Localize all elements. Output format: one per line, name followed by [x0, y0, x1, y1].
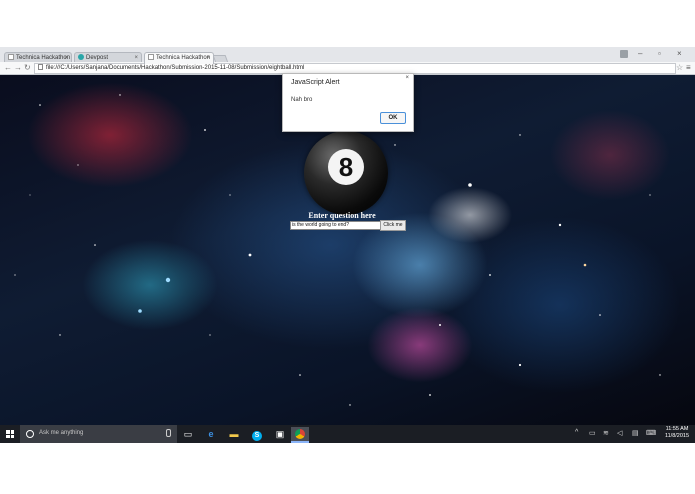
volume-icon[interactable]: ◁: [617, 429, 622, 437]
ball-number: 8: [328, 149, 364, 185]
question-input[interactable]: is the world going to end?: [290, 221, 381, 230]
notification-icon[interactable]: ▤: [632, 429, 639, 437]
address-url: file:///C:/Users/Sanjana/Documents/Hacka…: [46, 65, 305, 71]
battery-icon[interactable]: ▭: [589, 429, 596, 437]
tab-technica-2[interactable]: Technica Hackathon ×: [144, 52, 214, 64]
profile-icon[interactable]: [620, 50, 628, 58]
magic-8-ball: 8: [304, 131, 388, 215]
forward-icon[interactable]: →: [14, 63, 22, 72]
system-clock[interactable]: 11:55 AM 11/8/2015: [660, 426, 694, 440]
tab-title: Technica Hackathon: [16, 55, 71, 61]
alert-message: Nah bro: [291, 97, 313, 103]
tab-title: Devpost: [86, 55, 109, 61]
reload-icon[interactable]: ↻: [24, 63, 31, 72]
wifi-icon[interactable]: ≋: [603, 429, 609, 437]
ask-button[interactable]: Click me: [380, 220, 406, 231]
page-icon: [38, 64, 43, 70]
start-button[interactable]: [0, 425, 20, 443]
cortana-icon: [26, 430, 34, 438]
alert-close-icon[interactable]: ×: [405, 75, 409, 81]
maximize-icon[interactable]: ▫: [658, 49, 661, 58]
skype-badge: S: [252, 431, 262, 441]
chrome-logo: [295, 429, 305, 439]
chrome-icon[interactable]: [291, 427, 309, 443]
close-window-icon[interactable]: ×: [677, 49, 682, 58]
store-icon[interactable]: ▣: [271, 427, 289, 441]
back-icon[interactable]: ←: [4, 63, 12, 72]
keyboard-icon[interactable]: ⌨: [646, 429, 656, 437]
clock-date: 11/8/2015: [664, 433, 690, 439]
javascript-alert-dialog: JavaScript Alert × Nah bro OK: [282, 73, 414, 132]
page-icon: [8, 54, 14, 60]
windows-icon: [6, 430, 14, 438]
tab-strip: Technica Hackathon × Devpost × Technica …: [0, 47, 695, 64]
search-placeholder: Ask me anything: [39, 430, 84, 436]
ok-button[interactable]: OK: [380, 112, 406, 124]
close-tab-icon[interactable]: ×: [206, 53, 210, 63]
alert-title: JavaScript Alert: [291, 79, 340, 86]
page-icon: [148, 54, 154, 60]
question-prompt: Enter question here: [308, 211, 376, 220]
file-explorer-icon[interactable]: ▬: [225, 427, 243, 441]
task-view-icon[interactable]: ▭: [179, 427, 197, 441]
devpost-icon: [78, 54, 84, 60]
clock-time: 11:55 AM: [665, 426, 689, 432]
microphone-icon[interactable]: [166, 429, 171, 437]
menu-icon[interactable]: ≡: [686, 63, 691, 72]
bookmark-star-icon[interactable]: ☆: [676, 63, 683, 72]
windows-taskbar: Ask me anything ▭ e ▬ S ▣ ^ ▭ ≋ ◁ ▤ ⌨ 11…: [0, 425, 695, 443]
edge-icon[interactable]: e: [202, 427, 220, 441]
skype-icon[interactable]: S: [248, 427, 266, 441]
cortana-search-box[interactable]: Ask me anything: [20, 425, 177, 443]
minimize-icon[interactable]: –: [638, 49, 642, 58]
tab-title: Technica Hackathon: [156, 55, 211, 61]
chevron-up-icon[interactable]: ^: [575, 429, 578, 436]
